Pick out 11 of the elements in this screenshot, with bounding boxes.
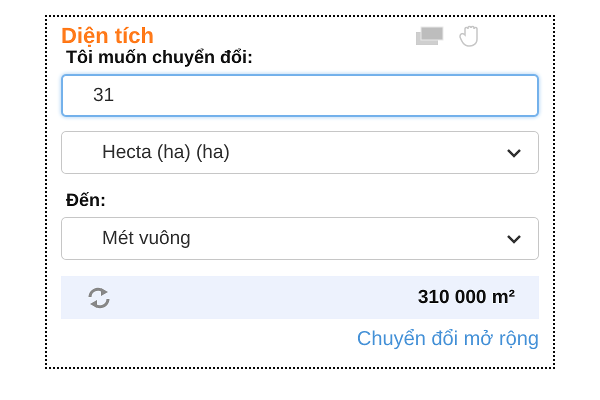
chevron-icon: [506, 234, 522, 244]
panel-title: Diện tích: [61, 23, 154, 48]
copy-icon[interactable]: [415, 26, 445, 46]
field-label: Đến:: [66, 190, 107, 211]
result-value: 310 000 m²: [418, 286, 515, 308]
unit-dropdown[interactable]: Hecta (ha) (ha): [61, 131, 539, 174]
swap-icon[interactable]: [87, 286, 111, 308]
field-label: Tôi muốn chuyển đổi:: [66, 47, 254, 68]
chevron-icon: [506, 148, 522, 158]
amount-input[interactable]: 31: [61, 74, 539, 117]
unit-dropdown[interactable]: Mét vuông: [61, 217, 539, 260]
